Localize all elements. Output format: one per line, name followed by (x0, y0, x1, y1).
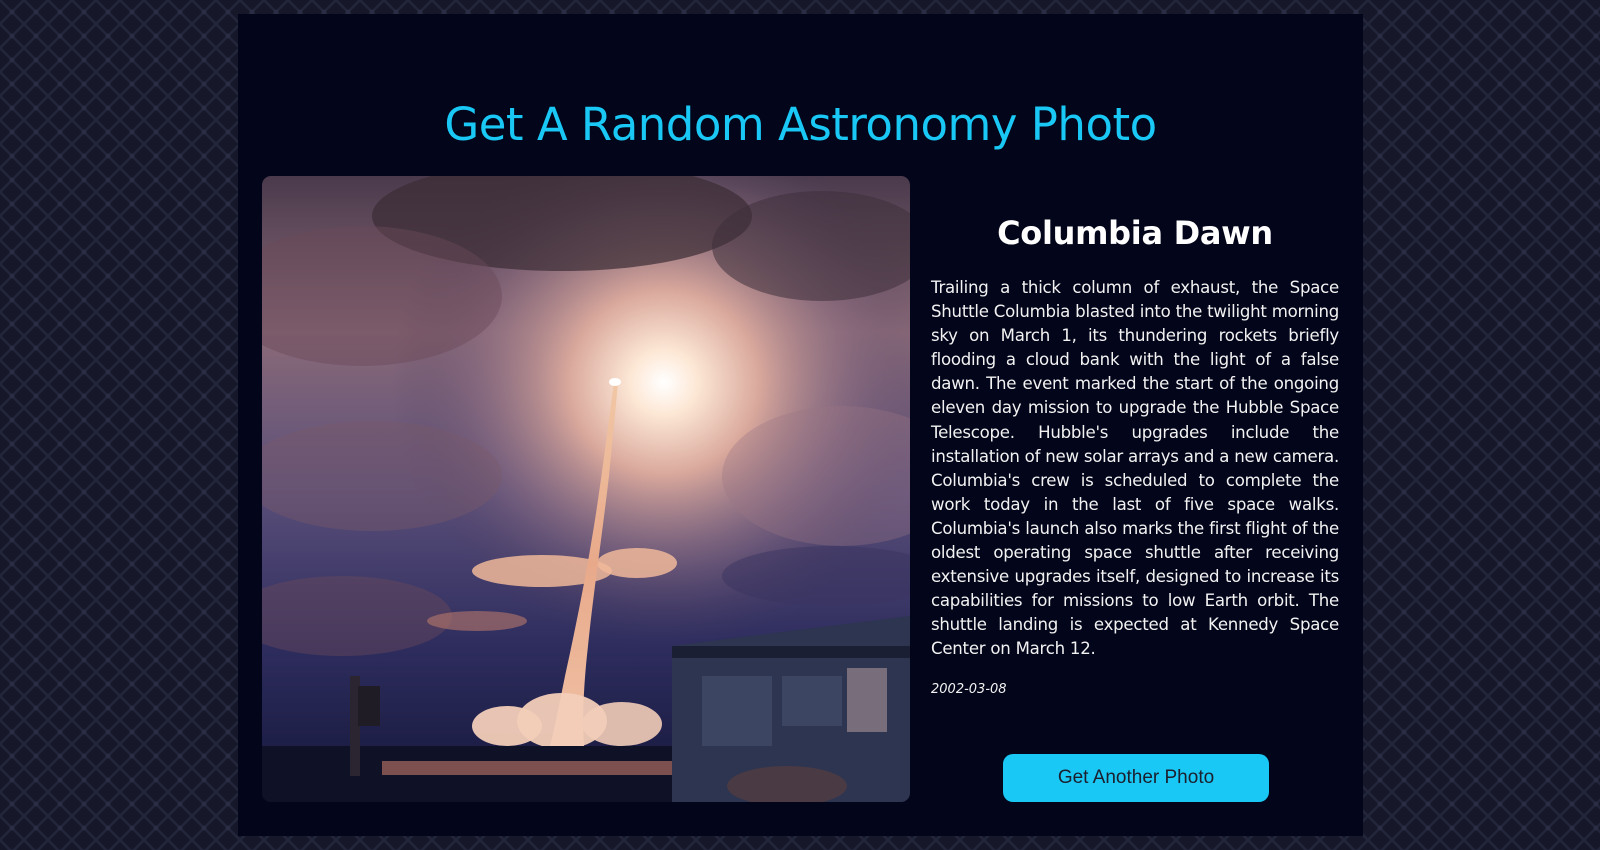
photo-explanation: Trailing a thick column of exhaust, the … (931, 278, 1339, 659)
astronomy-photo (262, 176, 910, 802)
photo-info: Columbia Dawn Trailing a thick column of… (931, 176, 1339, 802)
photo-title: Columbia Dawn (997, 214, 1273, 252)
get-another-photo-button[interactable]: Get Another Photo (1003, 754, 1269, 802)
page-title: Get A Random Astronomy Photo (444, 98, 1157, 151)
main-panel: Get A Random Astronomy Photo Columbia Da… (238, 14, 1363, 836)
photo-date: 2002-03-08 (931, 681, 1007, 697)
